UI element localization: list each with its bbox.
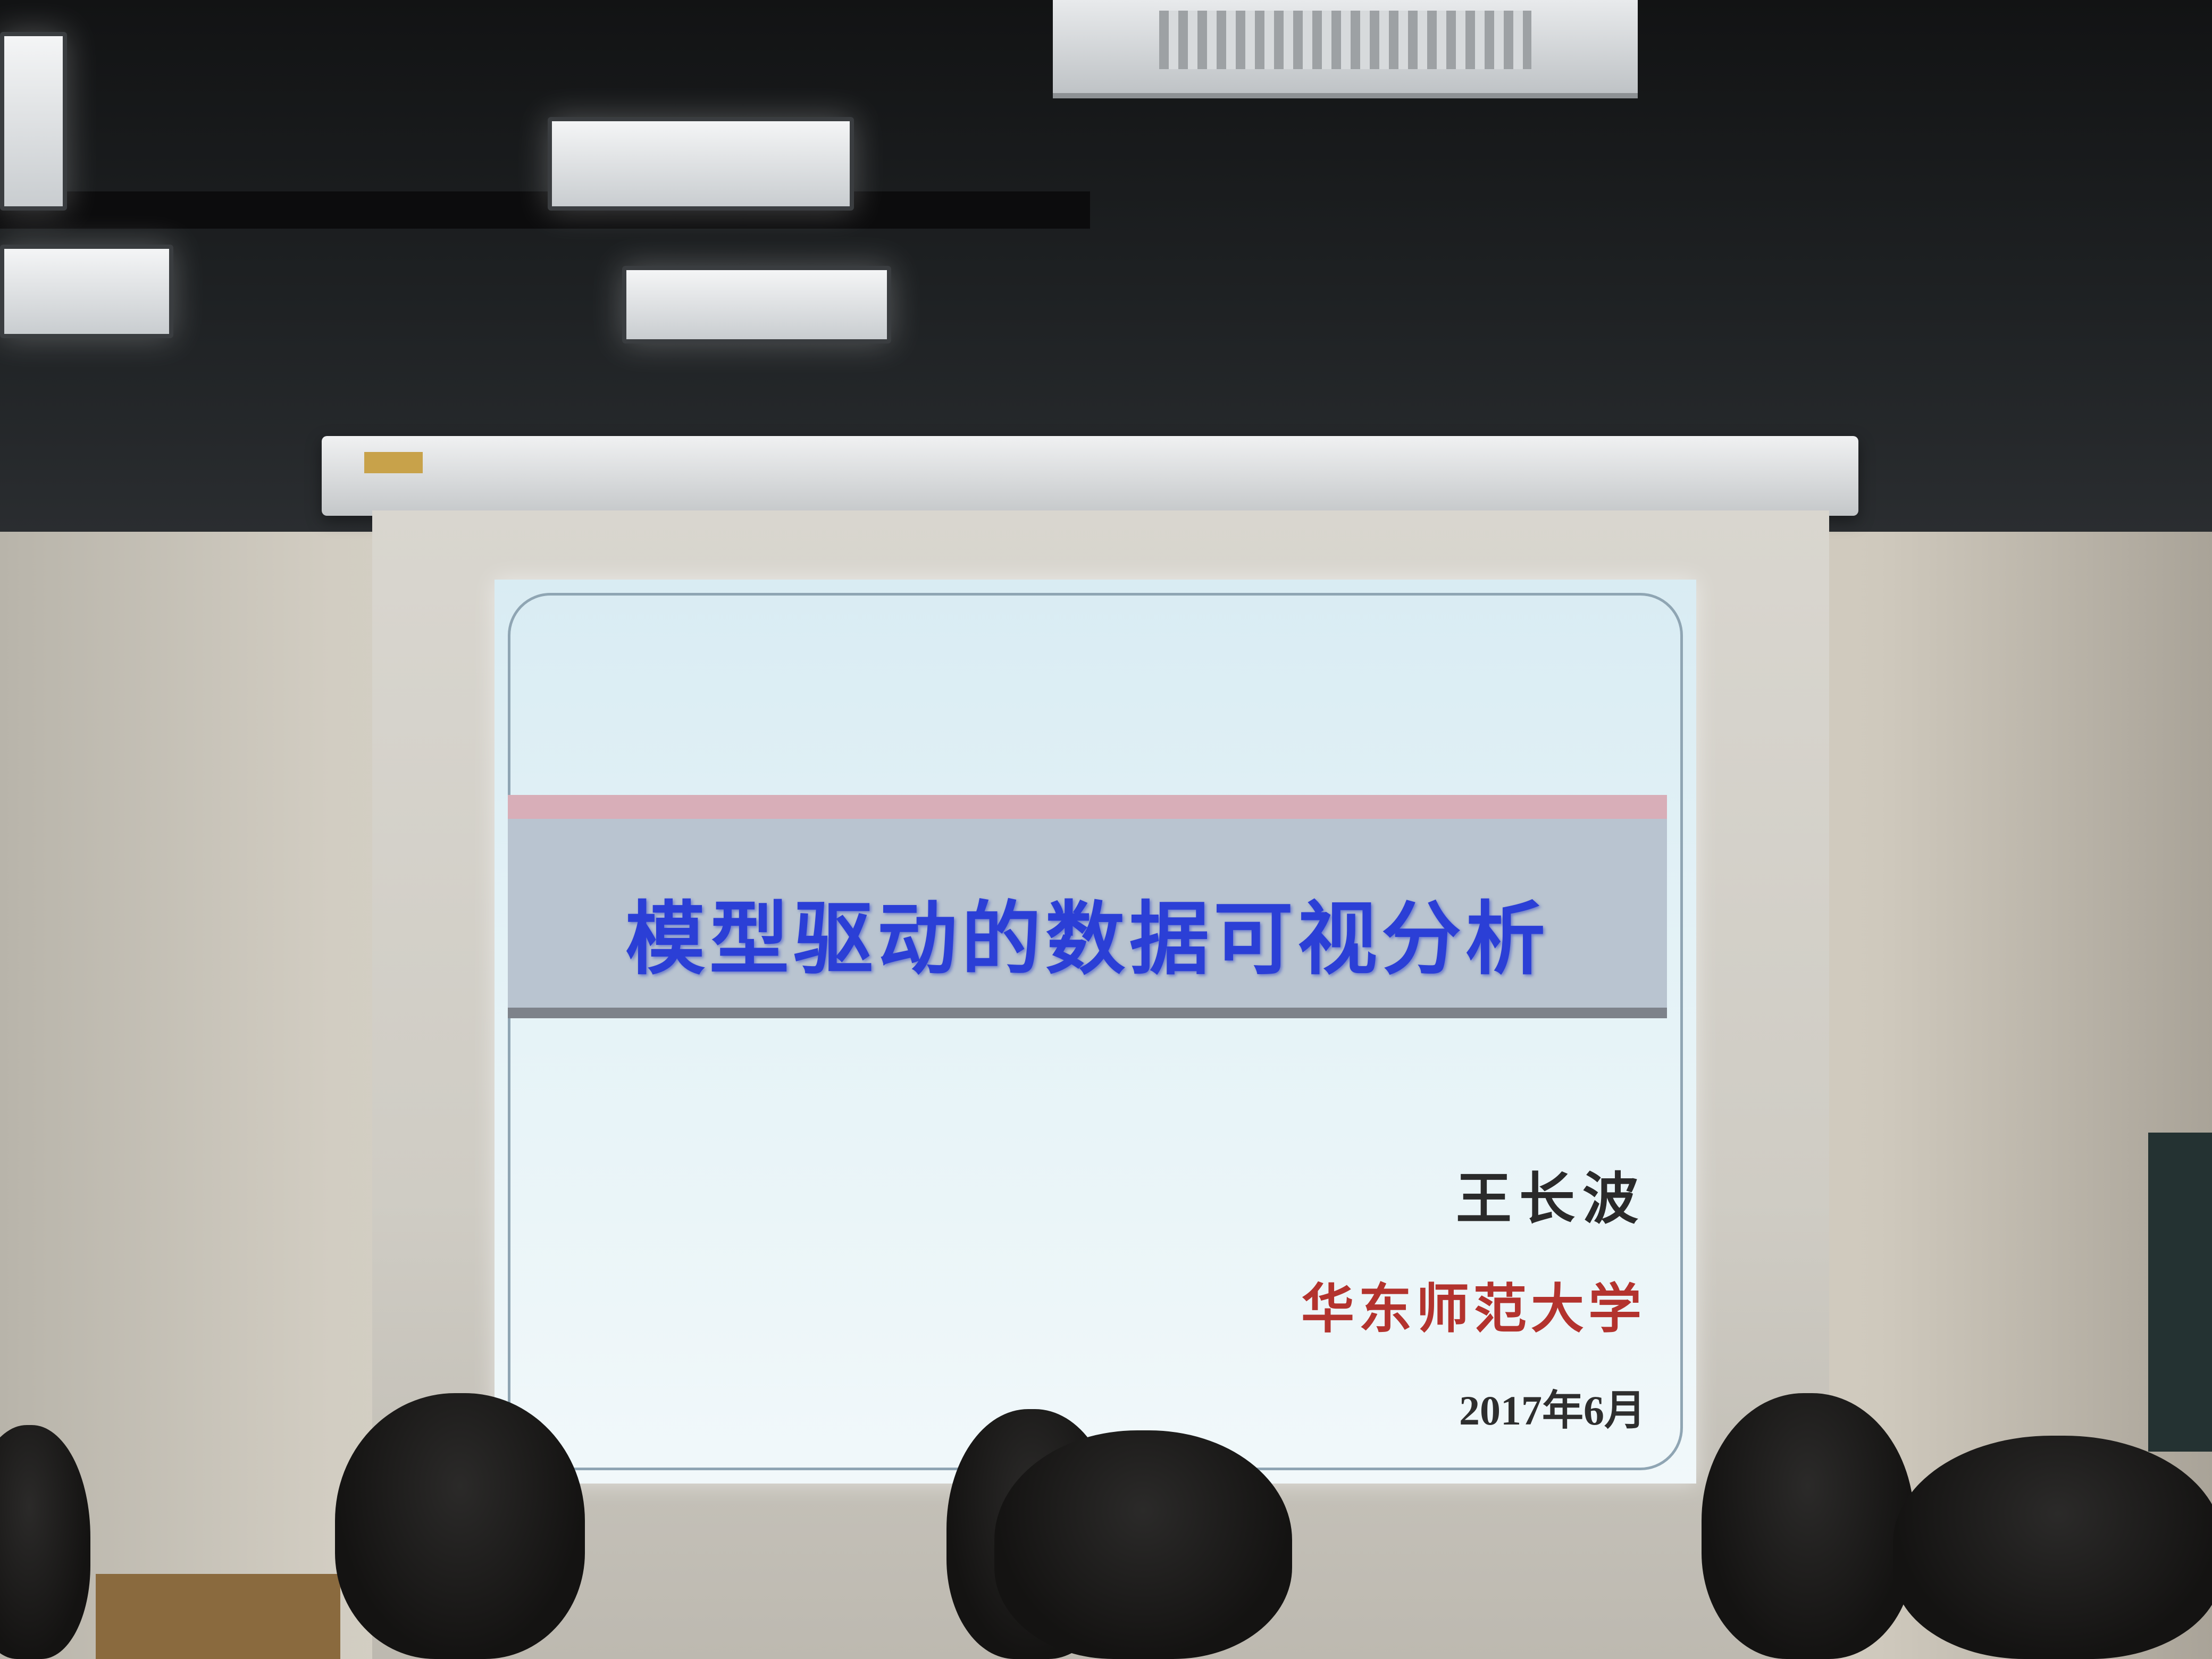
slide-title: 模型驱动的数据可视分析	[625, 893, 1549, 986]
ceiling-light	[548, 117, 854, 211]
slide-affiliation: 华东师范大学	[1301, 1277, 1646, 1340]
audience-head	[1702, 1393, 1914, 1659]
slide-author: 王长波	[1455, 1166, 1646, 1231]
screen-brand-label	[364, 452, 423, 473]
projector-screen-housing	[322, 436, 1858, 516]
wall-poster	[2148, 1133, 2212, 1452]
title-band: 模型驱动的数据可视分析	[508, 795, 1667, 1018]
title-band-bottom-stripe	[508, 1008, 1667, 1018]
title-band-top-stripe	[508, 795, 1667, 819]
slide-date: 2017年6月	[1459, 1387, 1646, 1434]
ceiling-light	[0, 245, 173, 338]
ceiling-light	[0, 32, 67, 211]
ceiling-light	[622, 266, 891, 343]
air-conditioner-vent	[1159, 11, 1531, 69]
lighting-rail	[0, 191, 1090, 229]
desk	[96, 1574, 340, 1659]
projected-slide: 模型驱动的数据可视分析 王长波 华东师范大学 2017年6月	[495, 580, 1696, 1484]
audience-head	[994, 1430, 1292, 1659]
audience-head	[335, 1393, 585, 1659]
air-conditioner	[1053, 0, 1638, 98]
audience-head	[1893, 1436, 2212, 1659]
